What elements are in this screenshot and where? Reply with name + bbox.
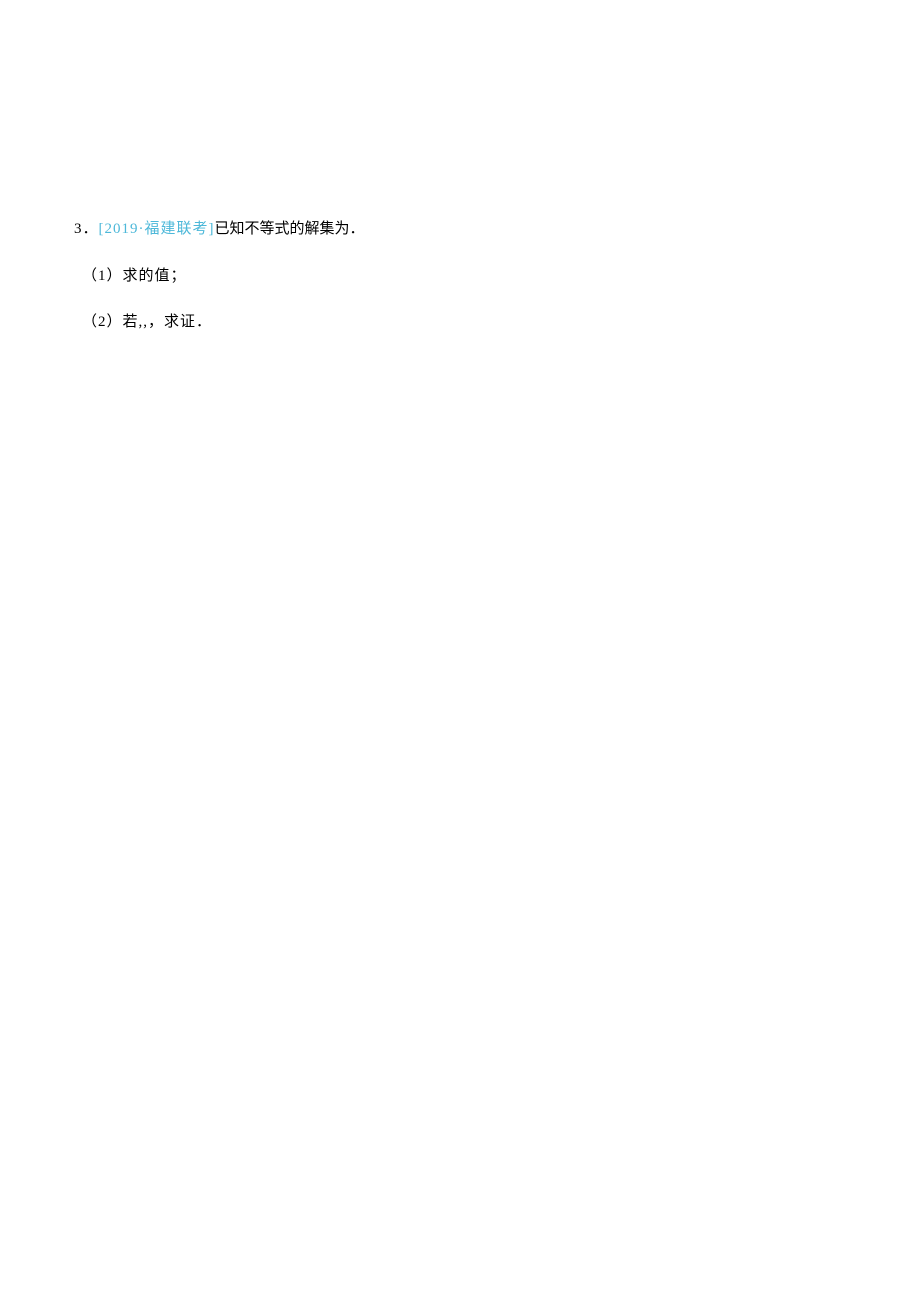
sub-question-label: （1） [82, 268, 123, 284]
sub-question-1: （1）求的值； [74, 265, 846, 288]
problem-citation: [2019·福建联考] [99, 221, 215, 237]
problem-statement-text: 已知不等式的解集为． [215, 221, 365, 237]
sub-question-2: （2）若,,，求证． [74, 311, 846, 334]
sub-question-text: 求的值； [123, 268, 187, 284]
problem-statement: 3．[2019·福建联考]已知不等式的解集为． [74, 218, 846, 241]
sub-question-label: （2） [82, 314, 123, 330]
problem-number: 3． [74, 221, 99, 237]
sub-question-text: 若,,，求证． [123, 314, 213, 330]
